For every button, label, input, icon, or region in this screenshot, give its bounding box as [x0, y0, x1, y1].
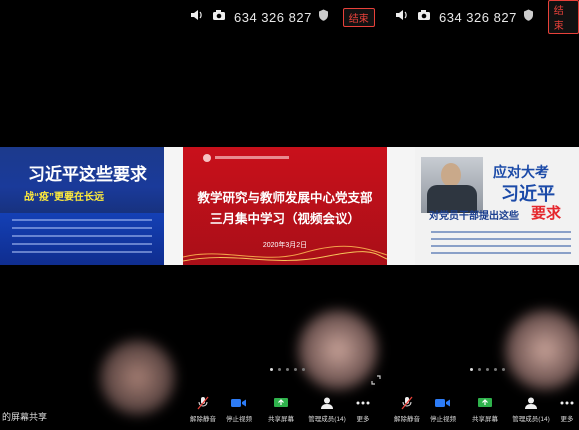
- manage-members-button[interactable]: 管理成员(14): [506, 396, 556, 430]
- meeting-toolbar: 解除静音 停止视频 共享屏幕 管理成员(14) 更多: [188, 396, 374, 430]
- meeting-info-bar-duplicate: 634 326 827 结束: [395, 0, 579, 34]
- slide-title-line1: 教学研究与教师发展中心党支部: [197, 191, 373, 205]
- members-icon: [320, 396, 334, 410]
- members-icon: [524, 396, 538, 410]
- decorative-waves: [183, 245, 387, 262]
- shared-screen-content: 习近平这些要求 战“疫”更要在长远 教学研究与教师发展中心党支部 三月集中学习（…: [0, 147, 579, 265]
- university-logo: [203, 153, 293, 165]
- participant-video-blur: [298, 310, 378, 390]
- share-screen-button[interactable]: 共享屏幕: [260, 396, 302, 430]
- speaker-icon[interactable]: [190, 8, 204, 26]
- manage-members-button[interactable]: 管理成员(14): [302, 396, 352, 430]
- meeting-info-bar: 634 326 827 结束: [190, 0, 390, 34]
- share-screen-icon: [274, 396, 288, 410]
- expand-icon[interactable]: [371, 372, 381, 390]
- screen-share-label: 的屏幕共享: [2, 412, 48, 422]
- page-indicator: [470, 368, 505, 371]
- more-dots-icon: [560, 396, 574, 410]
- stop-video-button[interactable]: 停止视频: [422, 396, 464, 430]
- video-camera-icon: [231, 396, 247, 410]
- more-dots-icon: [356, 396, 370, 410]
- slide-left: 习近平这些要求 战“疫”更要在长远: [0, 147, 164, 265]
- microphone-muted-icon: [401, 396, 413, 410]
- slide-title-line2: 三月集中学习（视频会议）: [209, 212, 360, 226]
- participant-video-blur: [100, 340, 175, 415]
- share-screen-icon: [478, 396, 492, 410]
- meeting-toolbar-duplicate: 解除静音 停止视频 共享屏幕 管理成员(14) 更多: [392, 396, 578, 430]
- slide-heading: 应对大考: [493, 164, 549, 180]
- stop-video-button[interactable]: 停止视频: [218, 396, 260, 430]
- page-indicator: [270, 368, 305, 371]
- unmute-button[interactable]: 解除静音: [392, 396, 422, 430]
- share-screen-button[interactable]: 共享屏幕: [464, 396, 506, 430]
- portrait-image: [421, 157, 483, 213]
- meeting-id: 634 326 827: [234, 9, 312, 25]
- slide-body-text: [431, 231, 571, 259]
- slide-right: 应对大考 习近平 对党员干部提出这些 要求: [415, 147, 579, 265]
- slide-center: 教学研究与教师发展中心党支部 三月集中学习（视频会议） 2020年3月2日: [183, 147, 387, 265]
- slide-subheading: 对党员干部提出这些: [429, 211, 519, 222]
- shield-icon: [523, 8, 534, 26]
- slide-subtitle: 战“疫”更要在长远: [24, 192, 104, 203]
- slide-body: [0, 213, 164, 265]
- end-meeting-button[interactable]: 结束: [342, 7, 375, 27]
- meeting-id: 634 326 827: [439, 9, 517, 25]
- microphone-muted-icon: [197, 396, 209, 410]
- slide-emphasis: 要求: [531, 205, 562, 222]
- slide-title: 习近平这些要求: [28, 165, 147, 184]
- video-camera-icon: [435, 396, 451, 410]
- end-meeting-button[interactable]: 结束: [547, 0, 579, 34]
- camera-icon[interactable]: [417, 8, 431, 26]
- more-button[interactable]: 更多: [556, 396, 578, 430]
- speaker-icon[interactable]: [395, 8, 409, 26]
- more-button[interactable]: 更多: [352, 396, 374, 430]
- camera-icon[interactable]: [212, 8, 226, 26]
- shield-icon: [318, 8, 329, 26]
- participant-video-blur: [505, 310, 579, 390]
- unmute-button[interactable]: 解除静音: [188, 396, 218, 430]
